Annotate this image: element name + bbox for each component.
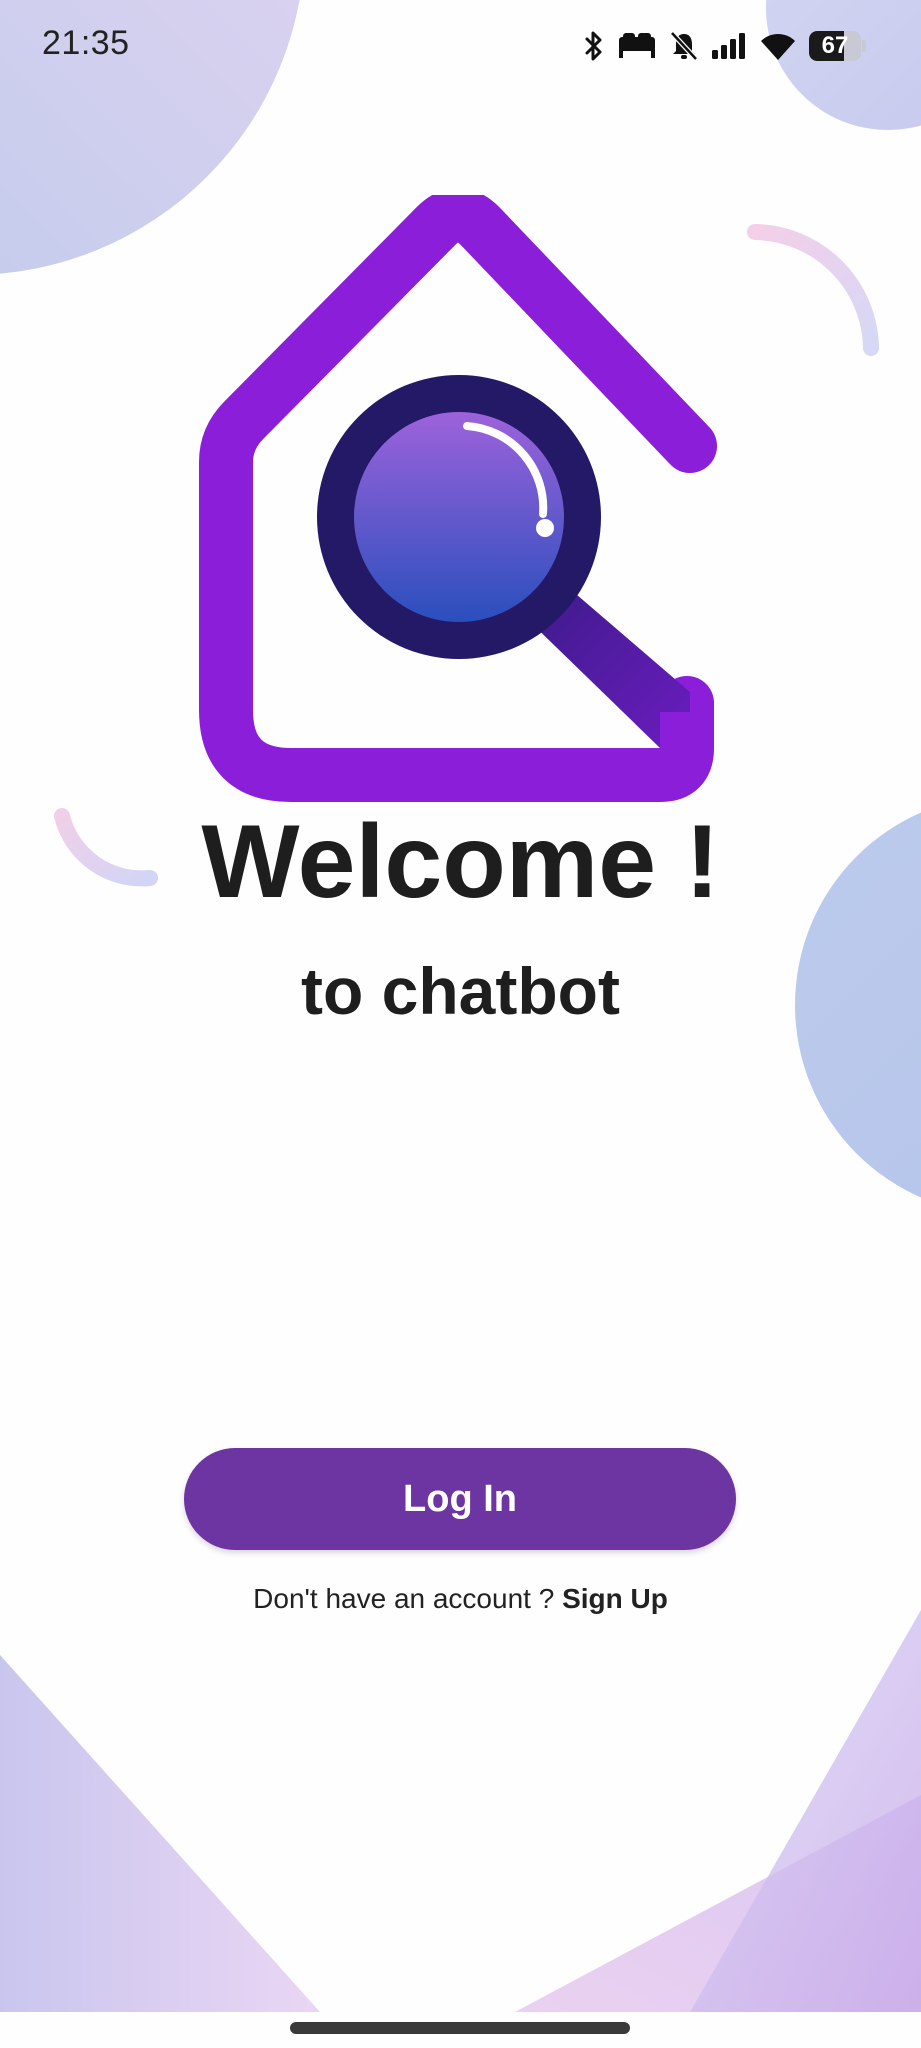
status-icons: 67 — [583, 24, 867, 68]
signup-prompt-text: Don't have an account ? — [253, 1583, 555, 1614]
login-button[interactable]: Log In — [184, 1448, 736, 1550]
home-indicator[interactable] — [290, 2022, 630, 2034]
status-time: 21:35 — [42, 24, 130, 62]
bed-icon — [617, 31, 657, 61]
battery-body: 67 — [809, 31, 861, 61]
wifi-icon — [759, 31, 797, 61]
signal-icon — [711, 32, 747, 60]
status-bar: 21:35 67 — [0, 0, 921, 92]
welcome-screen: 21:35 67 Welcome ! to chatbot Log In Don… — [0, 0, 921, 2048]
signup-prompt-line: Don't have an account ? Sign Up — [0, 1583, 921, 1615]
battery-icon: 67 — [809, 30, 867, 62]
bell-off-icon — [669, 30, 699, 62]
signup-link[interactable]: Sign Up — [562, 1583, 668, 1614]
login-button-label: Log In — [403, 1477, 517, 1520]
welcome-title: Welcome ! — [201, 804, 720, 920]
house-search-icon — [199, 195, 717, 802]
welcome-subtitle: to chatbot — [301, 954, 620, 1028]
battery-tip — [862, 40, 866, 52]
battery-level: 67 — [821, 32, 849, 59]
bluetooth-icon — [583, 30, 605, 62]
